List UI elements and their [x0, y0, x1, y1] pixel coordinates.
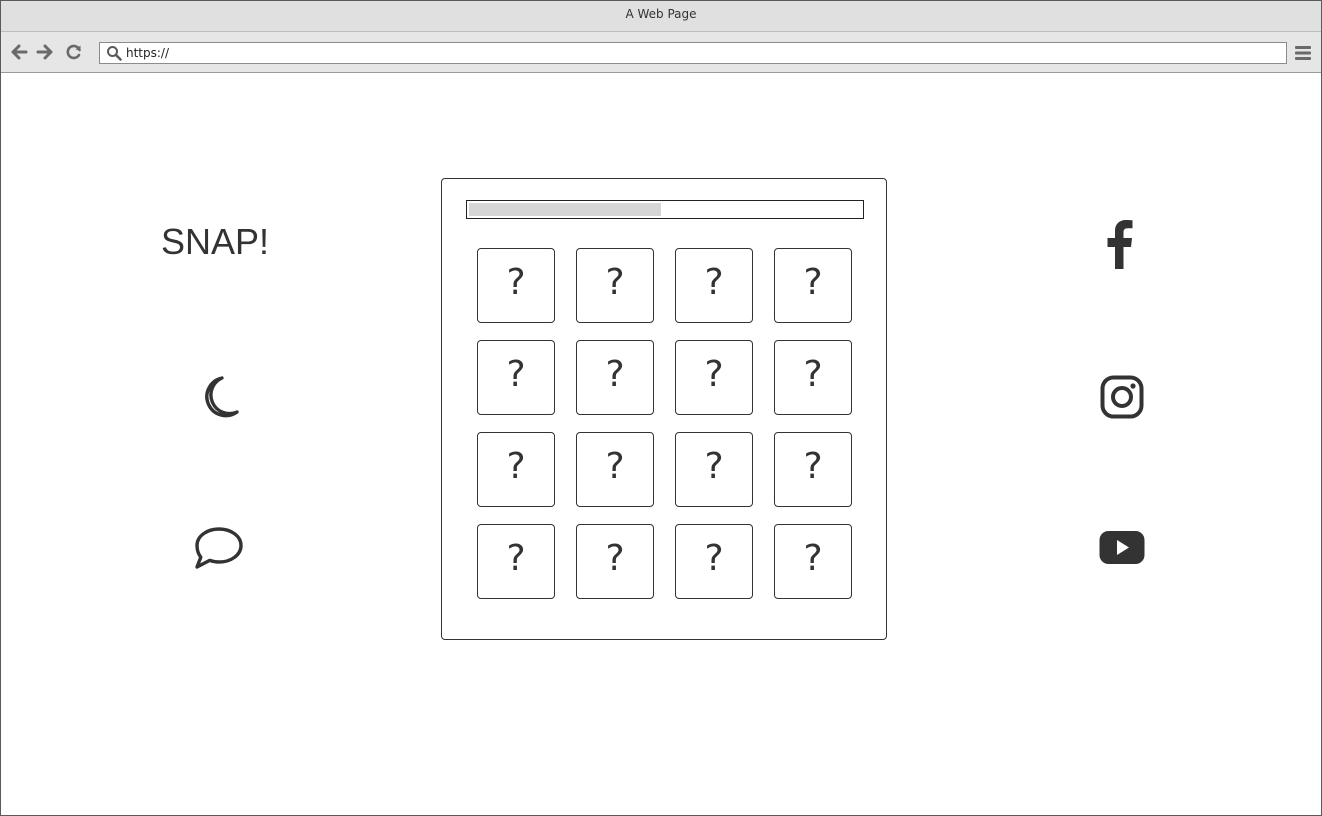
hamburger-menu-icon[interactable]: [1294, 45, 1312, 65]
memory-card-label: ?: [605, 262, 625, 303]
window-title: A Web Page: [625, 7, 697, 21]
memory-card[interactable]: ?: [675, 524, 753, 599]
memory-card-label: ?: [803, 262, 823, 303]
memory-card-label: ?: [506, 446, 526, 487]
memory-card-label: ?: [506, 538, 526, 579]
memory-card[interactable]: ?: [774, 524, 852, 599]
memory-card-label: ?: [803, 446, 823, 487]
memory-card-label: ?: [605, 446, 625, 487]
progress-bar-fill: [469, 203, 661, 216]
memory-card[interactable]: ?: [576, 524, 654, 599]
browser-toolbar: [1, 32, 1321, 73]
memory-card-label: ?: [803, 538, 823, 579]
memory-card-label: ?: [704, 446, 724, 487]
memory-card[interactable]: ?: [774, 248, 852, 323]
memory-card[interactable]: ?: [576, 248, 654, 323]
memory-card[interactable]: ?: [477, 340, 555, 415]
instagram-icon[interactable]: [1100, 375, 1144, 423]
memory-card[interactable]: ?: [576, 340, 654, 415]
progress-bar: [466, 200, 864, 219]
reload-icon[interactable]: [64, 42, 84, 62]
memory-card[interactable]: ?: [774, 432, 852, 507]
moon-icon[interactable]: [197, 375, 241, 423]
memory-card[interactable]: ?: [477, 432, 555, 507]
memory-card[interactable]: ?: [675, 432, 753, 507]
memory-card[interactable]: ?: [675, 340, 753, 415]
memory-card[interactable]: ?: [675, 248, 753, 323]
forward-arrow-icon[interactable]: [35, 42, 55, 62]
memory-card[interactable]: ?: [576, 432, 654, 507]
memory-card-label: ?: [704, 538, 724, 579]
youtube-icon[interactable]: [1099, 530, 1145, 568]
address-bar[interactable]: [99, 42, 1287, 64]
card-grid: ????????????????: [477, 248, 852, 599]
window-titlebar: A Web Page: [1, 1, 1321, 32]
memory-card-label: ?: [704, 262, 724, 303]
brand-logo-text[interactable]: SNAP!: [161, 221, 281, 263]
speech-bubble-icon[interactable]: [192, 525, 246, 575]
memory-card-label: ?: [704, 354, 724, 395]
memory-game-panel: ????????????????: [441, 178, 887, 640]
memory-card-label: ?: [803, 354, 823, 395]
memory-card-label: ?: [506, 262, 526, 303]
facebook-icon[interactable]: [1104, 219, 1134, 273]
browser-window: A Web Page https:// SNAP! ? ? ? ? ? ? ? …: [0, 0, 1322, 816]
back-arrow-icon[interactable]: [9, 42, 29, 62]
memory-card[interactable]: ?: [477, 524, 555, 599]
memory-card[interactable]: ?: [774, 340, 852, 415]
search-icon: [107, 46, 122, 61]
url-input[interactable]: [126, 44, 1276, 62]
memory-card-label: ?: [506, 354, 526, 395]
memory-card[interactable]: ?: [477, 248, 555, 323]
memory-card-label: ?: [605, 538, 625, 579]
memory-card-label: ?: [605, 354, 625, 395]
